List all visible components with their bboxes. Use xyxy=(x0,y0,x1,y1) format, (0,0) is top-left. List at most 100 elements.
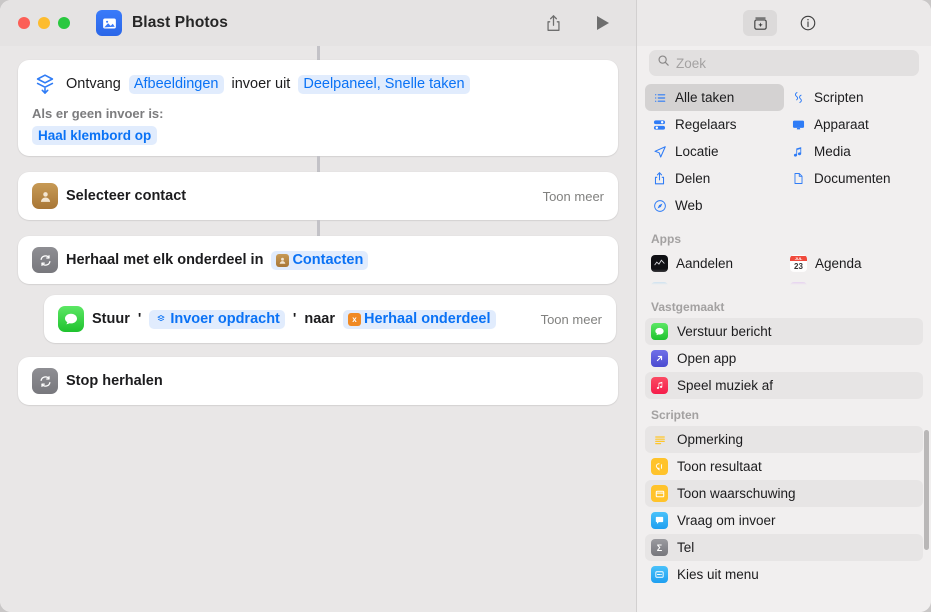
info-icon[interactable] xyxy=(791,10,825,36)
category-alle-taken[interactable]: Alle taken xyxy=(645,84,784,111)
category-apparaat[interactable]: Apparaat xyxy=(784,111,923,138)
token-input-type[interactable]: Afbeeldingen xyxy=(128,74,224,94)
token-label: Invoer opdracht xyxy=(170,311,280,327)
action-title: Selecteer contact xyxy=(66,188,187,204)
receive-input-icon xyxy=(32,71,58,97)
action-card-receive[interactable]: Ontvang Afbeeldingen invoer uit Deelpane… xyxy=(18,60,618,156)
list-item-toon-waarschuwing[interactable]: Toon waarschuwing xyxy=(645,480,923,507)
item-label: Speel muziek af xyxy=(677,378,774,393)
action-card-select-contact[interactable]: Selecteer contact Toon meer xyxy=(18,172,618,220)
category-grid: Alle taken Scripten Regelaars Apparaat L… xyxy=(637,84,931,219)
list-item-verstuur-bericht[interactable]: Verstuur bericht xyxy=(645,318,923,345)
item-label: Verstuur bericht xyxy=(677,324,772,339)
share-icon[interactable] xyxy=(538,10,568,36)
traffic-lights xyxy=(18,17,70,29)
minimize-button[interactable] xyxy=(38,17,50,29)
action-text: invoer uit xyxy=(231,76,291,92)
contacts-icon xyxy=(276,253,290,267)
app-store-icon xyxy=(651,282,668,291)
list-item-opmerking[interactable]: Opmerking xyxy=(645,426,923,453)
show-result-icon xyxy=(651,458,668,475)
page-title: Blast Photos xyxy=(132,14,228,31)
quote-mark: ' xyxy=(137,311,142,327)
count-icon: Σ xyxy=(651,539,668,556)
category-label: Web xyxy=(675,198,703,213)
token-shortcut-input[interactable]: Invoer opdracht xyxy=(149,309,285,329)
item-label: App Store xyxy=(676,283,737,291)
show-more-button[interactable]: Toon meer xyxy=(541,312,602,327)
connector-line xyxy=(316,156,320,172)
category-label: Scripten xyxy=(814,90,864,105)
contacts-icon xyxy=(32,183,58,209)
list-item-kies-uit-menu[interactable]: Kies uit menu xyxy=(645,561,923,588)
list-item-speel-muziek-af[interactable]: Speel muziek af xyxy=(645,372,923,399)
category-web[interactable]: Web xyxy=(645,192,784,219)
item-label: Agenda xyxy=(815,256,862,271)
list-item[interactable]: App Store xyxy=(645,277,784,291)
list-item-open-app[interactable]: Open app xyxy=(645,345,923,372)
category-media[interactable]: Media xyxy=(784,138,923,165)
close-button[interactable] xyxy=(18,17,30,29)
action-card-repeat-each[interactable]: Herhaal met elk onderdeel in Contacten xyxy=(18,236,618,284)
section-title: Apps xyxy=(651,232,681,246)
item-label: Open app xyxy=(677,351,737,366)
comment-icon xyxy=(651,431,668,448)
connector-line xyxy=(316,220,320,236)
messages-icon xyxy=(651,323,668,340)
token-no-input-action[interactable]: Haal klembord op xyxy=(32,126,158,145)
messages-icon xyxy=(58,306,84,332)
library-toolbar xyxy=(637,0,931,46)
category-locatie[interactable]: Locatie xyxy=(645,138,784,165)
category-label: Regelaars xyxy=(675,117,737,132)
category-regelaars[interactable]: Regelaars xyxy=(645,111,784,138)
ask-input-icon xyxy=(651,512,668,529)
item-label: Toon resultaat xyxy=(677,459,762,474)
token-repeat-item[interactable]: x Herhaal onderdeel xyxy=(342,309,496,329)
item-label: Toon waarschuwing xyxy=(677,486,796,501)
item-label: Kies uit menu xyxy=(677,567,759,582)
token-label: Herhaal onderdeel xyxy=(363,311,491,327)
shortcut-editor: Blast Photos Ontvang Afbeeldingen invoer… xyxy=(0,0,636,612)
list-item-tel[interactable]: Σ Tel xyxy=(645,534,923,561)
shortcuts-window: Blast Photos Ontvang Afbeeldingen invoer… xyxy=(0,0,931,612)
document-icon xyxy=(790,171,807,186)
list-item[interactable]: Apple igurator xyxy=(784,277,923,291)
alert-icon xyxy=(651,485,668,502)
list-item-vraag-om-invoer[interactable]: Vraag om invoer xyxy=(645,507,923,534)
list-item-toon-resultaat[interactable]: Toon resultaat xyxy=(645,453,923,480)
photos-icon xyxy=(96,10,122,36)
zoom-button[interactable] xyxy=(58,17,70,29)
action-card-end-repeat[interactable]: Stop herhalen xyxy=(18,357,618,405)
apps-section: Apps Aandelen JUL 23 Agenda App Store Ap… xyxy=(637,223,931,291)
category-scripten[interactable]: Scripten xyxy=(784,84,923,111)
category-label: Delen xyxy=(675,171,711,186)
play-icon[interactable] xyxy=(588,10,618,36)
action-text: Stuur xyxy=(92,311,130,327)
list-item[interactable]: JUL 23 Agenda xyxy=(784,250,923,277)
category-delen[interactable]: Delen xyxy=(645,165,784,192)
search-placeholder: Zoek xyxy=(676,55,707,71)
library-scrollbar[interactable] xyxy=(924,430,929,550)
search-input[interactable]: Zoek xyxy=(649,50,919,76)
action-card-send-message[interactable]: Stuur ' Invoer opdracht ' naar x Herhaal… xyxy=(44,295,616,343)
repeat-icon xyxy=(32,368,58,394)
action-library-panel: Zoek Alle taken Scripten Regelaars Appar… xyxy=(636,0,931,612)
token-input-source[interactable]: Deelpaneel, Snelle taken xyxy=(298,74,470,94)
show-more-button[interactable]: Toon meer xyxy=(543,189,604,204)
category-documenten[interactable]: Documenten xyxy=(784,165,923,192)
token-repeat-list[interactable]: Contacten xyxy=(271,250,369,270)
action-text: naar xyxy=(304,311,335,327)
section-title: Scripten xyxy=(651,408,700,422)
calendar-icon: JUL 23 xyxy=(790,255,807,272)
list-item[interactable]: Aandelen xyxy=(645,250,784,277)
category-label: Documenten xyxy=(814,171,891,186)
location-icon xyxy=(651,145,668,159)
quote-mark: ' xyxy=(292,311,297,327)
action-library-icon[interactable] xyxy=(743,10,777,36)
item-label: Aandelen xyxy=(676,256,734,271)
music-note-icon xyxy=(790,145,807,159)
search-icon xyxy=(657,54,670,72)
item-label: Vraag om invoer xyxy=(677,513,776,528)
music-icon xyxy=(651,377,668,394)
window-titlebar: Blast Photos xyxy=(0,0,636,46)
